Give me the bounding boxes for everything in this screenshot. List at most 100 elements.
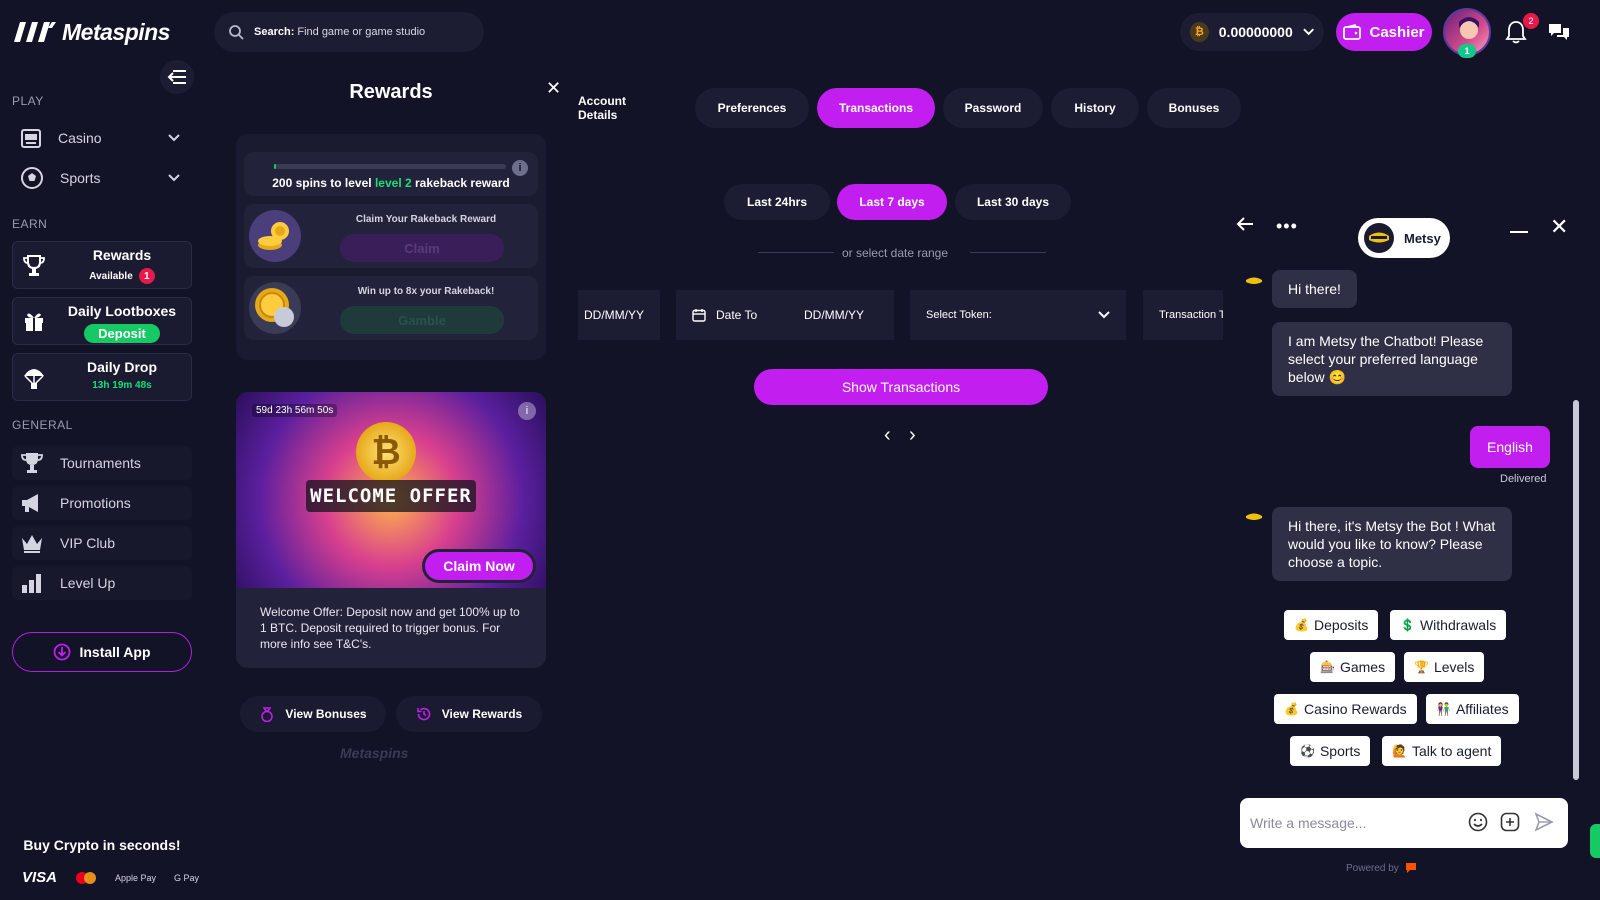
balance-selector[interactable]: ₿ 0.00000000 — [1180, 13, 1324, 51]
apple-pay-logo: Apple Pay — [115, 872, 157, 883]
progress-level: level 2 — [374, 176, 412, 190]
brand-logo[interactable]: Metaspins — [12, 18, 170, 46]
sidebar-item-label: Sports — [60, 170, 101, 186]
info-icon[interactable]: i — [512, 160, 528, 176]
emoji-icon[interactable] — [1468, 812, 1488, 832]
token-select[interactable]: Select Token: — [910, 290, 1126, 340]
tab-history[interactable]: History — [1051, 88, 1139, 128]
mastercard-logo-icon — [76, 871, 97, 884]
powered-by-text: Powered by — [1346, 862, 1399, 874]
trophy-icon — [23, 255, 45, 276]
chat-scrollbar-thumb[interactable] — [1573, 400, 1579, 780]
sidebar-item-rewards[interactable]: Rewards Available 1 — [12, 241, 192, 289]
tab-account-details[interactable]: Account Details — [578, 88, 666, 128]
coin-stack-icon — [249, 210, 301, 262]
chevron-right-icon[interactable]: › — [909, 424, 916, 447]
sidebar-item-daily-drop[interactable]: Daily Drop 13h 19m 48s — [12, 353, 192, 401]
claim-now-button[interactable]: Claim Now — [422, 549, 536, 583]
sidebar-item-tournaments[interactable]: Tournaments — [12, 446, 192, 480]
sidebar-item-level-up[interactable]: Level Up — [12, 566, 192, 600]
install-app-label: Install App — [79, 644, 151, 660]
sidebar-item-sports[interactable]: Sports — [12, 161, 192, 195]
tab-preferences[interactable]: Preferences — [695, 88, 809, 128]
gold-coin-icon — [249, 282, 301, 334]
search-placeholder[interactable]: Find game or game studio — [297, 26, 425, 38]
topic-sports-button[interactable]: ⚽ Sports — [1290, 736, 1371, 766]
install-app-button[interactable]: Install App — [12, 632, 192, 672]
sidebar-item-label: VIP Club — [60, 535, 115, 551]
date-from-field[interactable]: DD/MM/YY — [578, 290, 660, 340]
search-bar[interactable]: Search: Find game or game studio — [214, 12, 484, 52]
daily-drop-timer: 13h 19m 48s — [92, 380, 152, 391]
claim-button[interactable]: Claim — [340, 234, 504, 262]
topic-label: Sports — [1319, 743, 1361, 759]
range-last-7-days[interactable]: Last 7 days — [837, 184, 947, 220]
topic-label: Talk to agent — [1411, 743, 1492, 759]
topic-label: Withdrawals — [1419, 617, 1497, 633]
cashier-button[interactable]: Cashier — [1336, 13, 1432, 51]
date-from-value: DD/MM/YY — [584, 308, 644, 322]
topic-deposits-button[interactable]: 💰 Deposits — [1284, 610, 1379, 640]
search-label: Search: — [254, 26, 295, 38]
topic-levels-button[interactable]: 🏆 Levels — [1404, 652, 1485, 682]
person-icon: 🙋 — [1392, 744, 1407, 758]
view-rewards-button[interactable]: View Rewards — [396, 696, 542, 732]
cashier-label: Cashier — [1369, 23, 1425, 41]
sidebar-item-casino[interactable]: Casino — [12, 121, 192, 155]
topic-games-button[interactable]: 🎰 Games — [1310, 652, 1396, 682]
gamble-button[interactable]: Gamble — [340, 306, 504, 334]
chat-message-bot: I am Metsy the Chatbot! Please select yo… — [1272, 322, 1512, 396]
token-select-label: Select Token: — [926, 309, 992, 321]
level-progress-bar — [274, 164, 506, 169]
info-icon[interactable]: i — [518, 402, 536, 420]
sidebar-collapse-button[interactable] — [160, 60, 194, 94]
gift-icon — [25, 313, 43, 331]
side-tab[interactable] — [1590, 824, 1600, 858]
date-to-value: DD/MM/YY — [804, 308, 864, 322]
sidebar-item-promotions[interactable]: Promotions — [12, 486, 192, 520]
transaction-type-select[interactable]: Transaction Ty — [1143, 290, 1223, 340]
chat-back-button[interactable] — [1236, 216, 1254, 232]
minimize-icon[interactable] — [1510, 231, 1528, 233]
slot-machine-icon: 🎰 — [1320, 660, 1335, 674]
welcome-offer-description: Welcome Offer: Deposit now and get 100% … — [260, 605, 520, 651]
brand-name: Metaspins — [62, 18, 170, 45]
sidebar-item-daily-lootboxes[interactable]: Daily Lootboxes Deposit — [12, 297, 192, 345]
metsy-avatar — [1364, 223, 1394, 253]
chat-toggle-button[interactable] — [1547, 21, 1571, 43]
powered-by: Powered by — [1346, 862, 1417, 874]
bot-name: Metsy — [1404, 230, 1441, 246]
more-options-icon[interactable]: ••• — [1276, 216, 1298, 237]
send-icon[interactable] — [1534, 812, 1554, 832]
sidebar-item-vip-club[interactable]: VIP Club — [12, 526, 192, 560]
date-to-field[interactable]: Date To DD/MM/YY — [676, 290, 894, 340]
tab-password[interactable]: Password — [943, 88, 1043, 128]
topic-talk-to-agent-button[interactable]: 🙋 Talk to agent — [1382, 736, 1502, 766]
bar-chart-icon — [22, 574, 41, 593]
message-input[interactable] — [1250, 810, 1450, 836]
megaphone-icon — [22, 494, 38, 512]
sidebar-item-label: Promotions — [60, 495, 131, 511]
close-icon[interactable]: ✕ — [546, 78, 561, 99]
livechat-logo-icon — [1405, 863, 1416, 873]
range-last-24hrs[interactable]: Last 24hrs — [724, 184, 830, 220]
level-progress-text: 200 spins to level level 2 rakeback rewa… — [244, 176, 538, 190]
chevron-left-icon[interactable]: ‹ — [884, 424, 891, 447]
chat-message-bot: Hi there! — [1272, 270, 1357, 308]
date-range-label: or select date range — [841, 246, 949, 260]
rewards-available-text: Available — [89, 270, 133, 282]
tab-bonuses[interactable]: Bonuses — [1147, 88, 1241, 128]
lootbox-deposit-button[interactable]: Deposit — [84, 324, 160, 343]
tab-transactions[interactable]: Transactions — [817, 88, 935, 128]
topic-casino-rewards-button[interactable]: 💰 Casino Rewards — [1274, 694, 1417, 724]
topic-withdrawals-button[interactable]: 💲 Withdrawals — [1390, 610, 1507, 640]
history-icon — [416, 707, 431, 721]
view-bonuses-button[interactable]: View Bonuses — [240, 696, 386, 732]
range-last-30-days[interactable]: Last 30 days — [955, 184, 1071, 220]
show-transactions-button[interactable]: Show Transactions — [754, 369, 1048, 405]
download-icon — [54, 643, 71, 661]
attach-icon[interactable] — [1500, 812, 1520, 832]
chevron-down-icon — [168, 134, 180, 142]
topic-affiliates-button[interactable]: 👫 Affiliates — [1426, 694, 1519, 724]
close-icon[interactable]: ✕ — [1550, 214, 1568, 240]
